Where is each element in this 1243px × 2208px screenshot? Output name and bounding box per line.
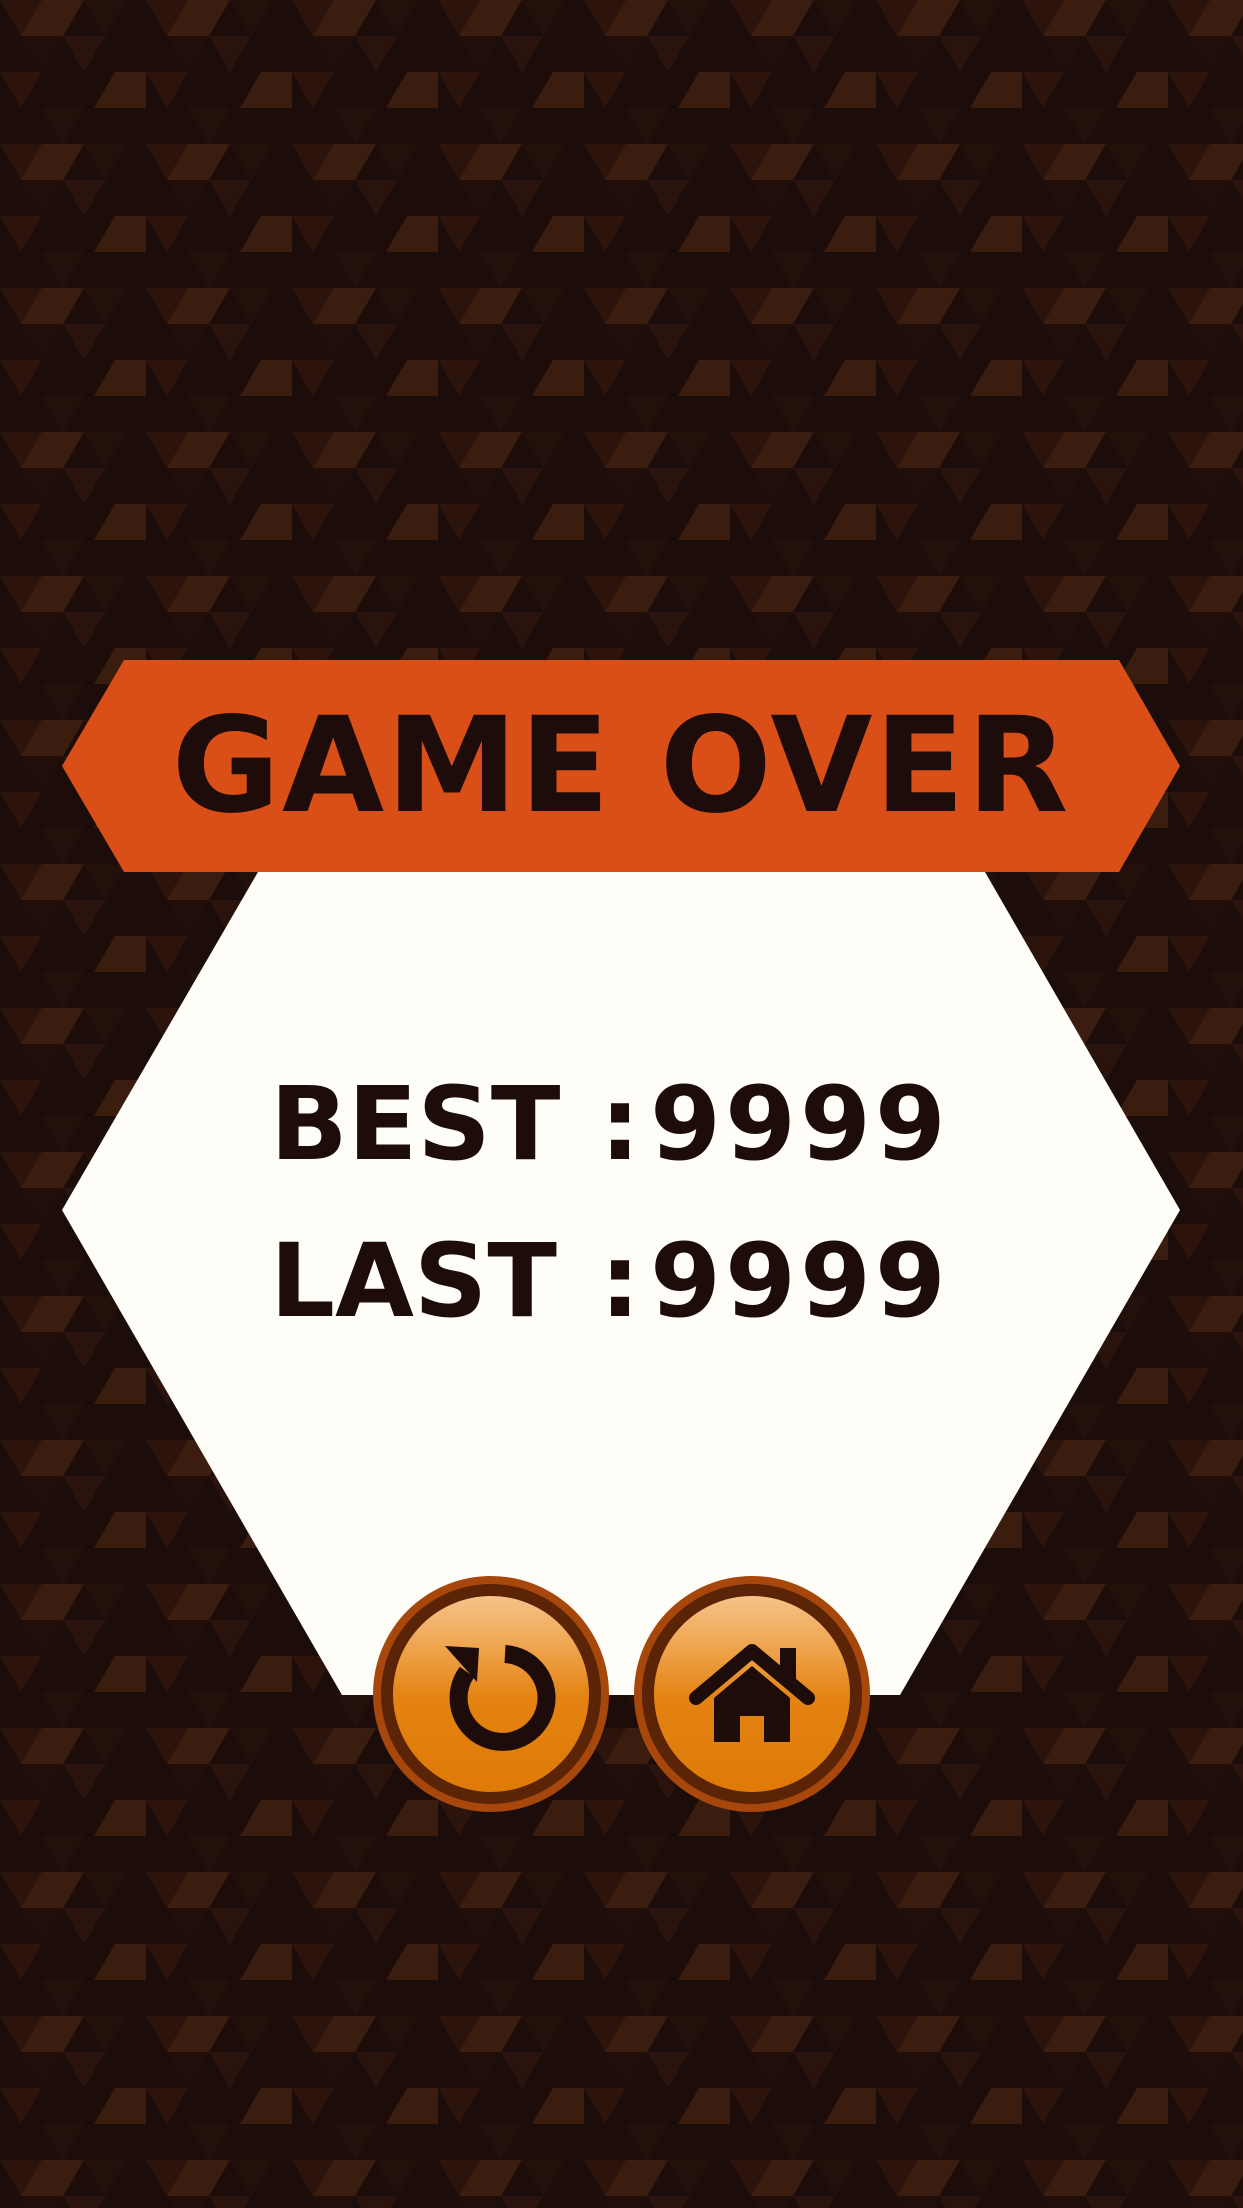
last-score-value: 9999 bbox=[650, 1222, 950, 1341]
best-score-value: 9999 bbox=[650, 1065, 950, 1184]
best-score-separator: : bbox=[599, 1065, 641, 1184]
best-score-row: BEST:9999 bbox=[270, 1065, 990, 1185]
last-score-separator: : bbox=[599, 1222, 641, 1341]
home-button[interactable] bbox=[634, 1576, 870, 1812]
home-icon bbox=[689, 1644, 815, 1742]
replay-icon bbox=[445, 1645, 556, 1751]
game-over-title: GAME OVER bbox=[171, 689, 1071, 843]
replay-button[interactable] bbox=[373, 1576, 609, 1812]
best-score-label: BEST bbox=[270, 1065, 561, 1184]
last-score-row: LAST:9999 bbox=[270, 1222, 990, 1342]
last-score-label: LAST bbox=[270, 1222, 557, 1341]
